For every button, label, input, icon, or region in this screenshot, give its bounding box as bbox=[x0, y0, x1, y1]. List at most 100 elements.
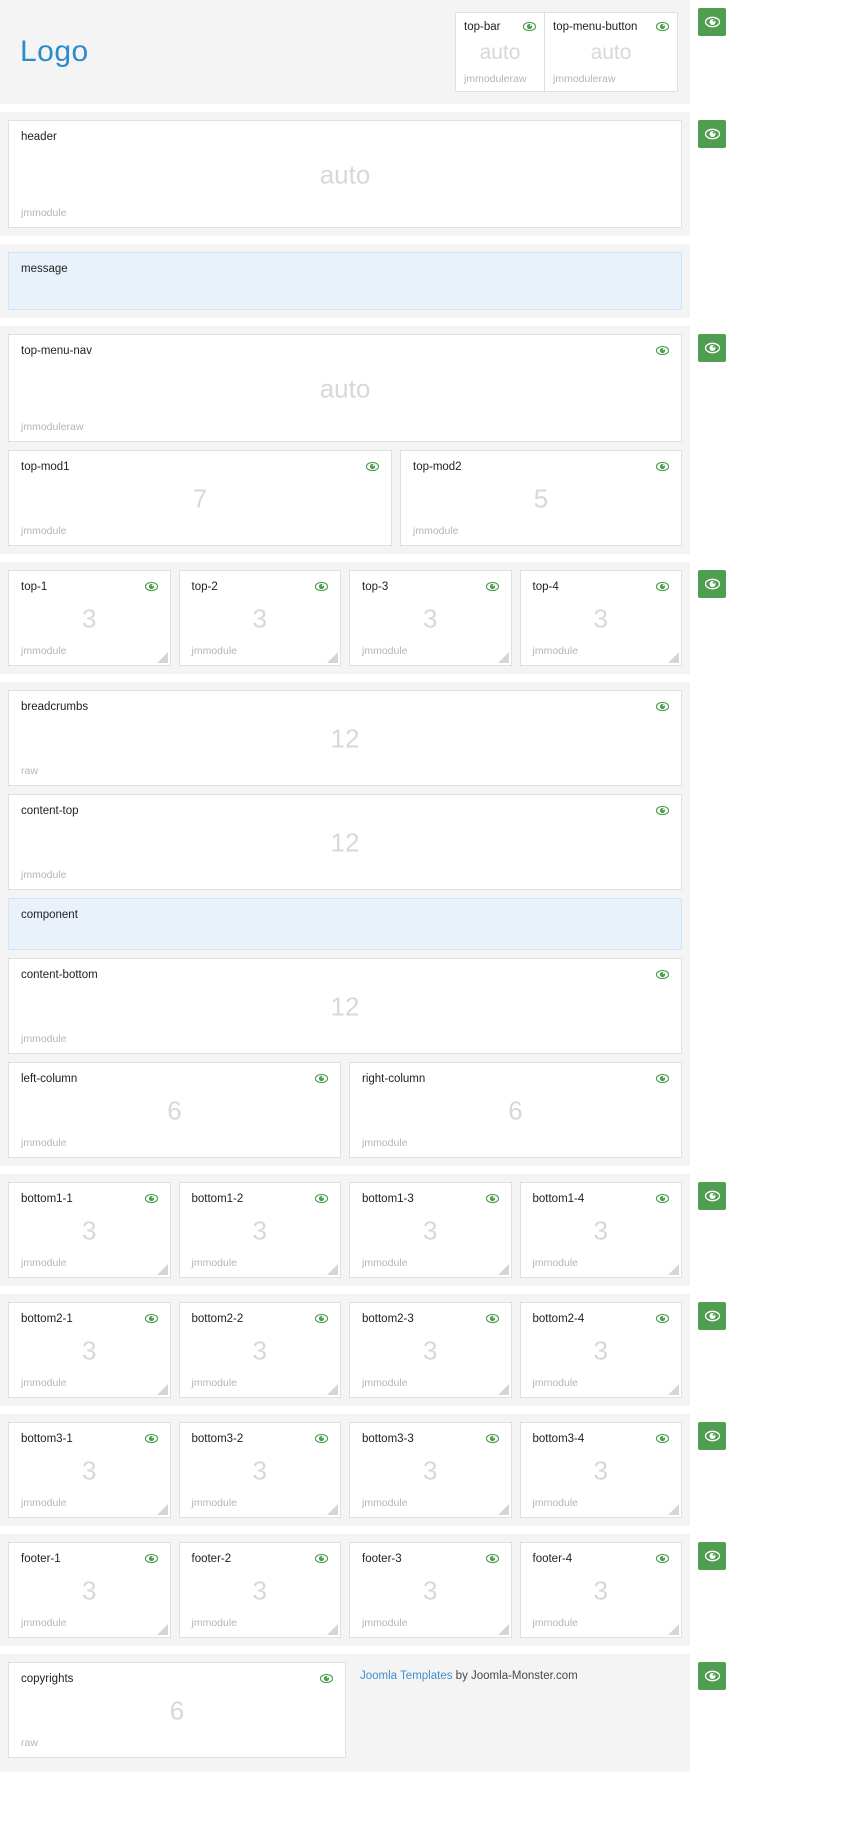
module-bottom1-3[interactable]: bottom1-3 3 jmmodule bbox=[349, 1182, 512, 1278]
module-title: bottom3-3 bbox=[362, 1433, 414, 1447]
module-footer-4[interactable]: footer-4 3 jmmodule bbox=[520, 1542, 683, 1638]
resize-handle[interactable] bbox=[498, 1624, 509, 1635]
eye-icon[interactable] bbox=[145, 1193, 158, 1204]
eye-icon[interactable] bbox=[656, 1193, 669, 1204]
module-footer-2[interactable]: footer-2 3 jmmodule bbox=[179, 1542, 342, 1638]
module-top-2[interactable]: top-2 3 jmmodule bbox=[179, 570, 342, 666]
section-visibility-toggle[interactable] bbox=[698, 570, 726, 598]
module-bottom3-4[interactable]: bottom3-4 3 jmmodule bbox=[520, 1422, 683, 1518]
resize-handle[interactable] bbox=[157, 1624, 168, 1635]
module-copyrights[interactable]: copyrights 6 raw bbox=[8, 1662, 346, 1758]
resize-handle[interactable] bbox=[668, 1504, 679, 1515]
eye-icon[interactable] bbox=[315, 1193, 328, 1204]
module-bottom3-3[interactable]: bottom3-3 3 jmmodule bbox=[349, 1422, 512, 1518]
section-visibility-toggle[interactable] bbox=[698, 334, 726, 362]
module-bottom3-1[interactable]: bottom3-1 3 jmmodule bbox=[8, 1422, 171, 1518]
module-top-mod2[interactable]: top-mod2 5 jmmodule bbox=[400, 450, 682, 546]
resize-handle[interactable] bbox=[498, 652, 509, 663]
resize-handle[interactable] bbox=[157, 1384, 168, 1395]
eye-icon[interactable] bbox=[656, 805, 669, 816]
eye-icon[interactable] bbox=[366, 461, 379, 472]
module-right-column[interactable]: right-column 6 jmmodule bbox=[349, 1062, 682, 1158]
module-content-bottom[interactable]: content-bottom 12 jmmodule bbox=[8, 958, 682, 1054]
resize-handle[interactable] bbox=[327, 1504, 338, 1515]
module-left-column[interactable]: left-column 6 jmmodule bbox=[8, 1062, 341, 1158]
resize-handle[interactable] bbox=[157, 1264, 168, 1275]
col-bottom2-3: bottom2-3 3 jmmodule bbox=[349, 1302, 512, 1398]
eye-icon[interactable] bbox=[315, 1433, 328, 1444]
resize-handle[interactable] bbox=[668, 652, 679, 663]
section-visibility-toggle[interactable] bbox=[698, 1302, 726, 1330]
section-visibility-toggle[interactable] bbox=[698, 1662, 726, 1690]
module-component[interactable]: component bbox=[8, 898, 682, 950]
module-breadcrumbs[interactable]: breadcrumbs 12 raw bbox=[8, 690, 682, 786]
module-footer-3[interactable]: footer-3 3 jmmodule bbox=[349, 1542, 512, 1638]
eye-icon[interactable] bbox=[486, 1313, 499, 1324]
section-top-menu-body: top-menu-nav auto jmmoduleraw top-mod1 7… bbox=[0, 326, 690, 554]
resize-handle[interactable] bbox=[157, 652, 168, 663]
module-top-mod1[interactable]: top-mod1 7 jmmodule bbox=[8, 450, 392, 546]
resize-handle[interactable] bbox=[498, 1264, 509, 1275]
module-top-bar[interactable]: top-bar auto jmmoduleraw bbox=[456, 13, 545, 91]
module-bottom2-2[interactable]: bottom2-2 3 jmmodule bbox=[179, 1302, 342, 1398]
module-top-4[interactable]: top-4 3 jmmodule bbox=[520, 570, 683, 666]
eye-icon[interactable] bbox=[315, 581, 328, 592]
eye-icon[interactable] bbox=[145, 1433, 158, 1444]
eye-icon[interactable] bbox=[656, 701, 669, 712]
section-visibility-toggle[interactable] bbox=[698, 1182, 726, 1210]
resize-handle[interactable] bbox=[668, 1384, 679, 1395]
section-visibility-toggle[interactable] bbox=[698, 8, 726, 36]
eye-icon[interactable] bbox=[656, 461, 669, 472]
resize-handle[interactable] bbox=[668, 1624, 679, 1635]
eye-icon[interactable] bbox=[656, 1073, 669, 1084]
joomla-templates-link[interactable]: Joomla Templates bbox=[360, 1670, 452, 1682]
eye-icon[interactable] bbox=[486, 1193, 499, 1204]
resize-handle[interactable] bbox=[157, 1504, 168, 1515]
eye-icon[interactable] bbox=[486, 581, 499, 592]
eye-icon[interactable] bbox=[656, 581, 669, 592]
resize-handle[interactable] bbox=[327, 1264, 338, 1275]
eye-icon[interactable] bbox=[523, 21, 536, 32]
eye-icon[interactable] bbox=[656, 21, 669, 32]
module-top-menu-button[interactable]: top-menu-button auto jmmoduleraw bbox=[545, 13, 677, 91]
eye-icon[interactable] bbox=[315, 1313, 328, 1324]
eye-icon[interactable] bbox=[145, 1553, 158, 1564]
module-message[interactable]: message bbox=[8, 252, 682, 310]
eye-icon[interactable] bbox=[320, 1673, 333, 1684]
module-footer-1[interactable]: footer-1 3 jmmodule bbox=[8, 1542, 171, 1638]
section-visibility-toggle[interactable] bbox=[698, 120, 726, 148]
module-header[interactable]: header auto jmmodule bbox=[8, 120, 682, 228]
module-bottom2-1[interactable]: bottom2-1 3 jmmodule bbox=[8, 1302, 171, 1398]
section-visibility-toggle[interactable] bbox=[698, 1422, 726, 1450]
eye-icon[interactable] bbox=[486, 1553, 499, 1564]
module-span: 3 bbox=[521, 1216, 682, 1247]
module-content-top[interactable]: content-top 12 jmmodule bbox=[8, 794, 682, 890]
eye-icon[interactable] bbox=[145, 581, 158, 592]
eye-icon[interactable] bbox=[145, 1313, 158, 1324]
resize-handle[interactable] bbox=[668, 1264, 679, 1275]
resize-handle[interactable] bbox=[498, 1504, 509, 1515]
module-top-3[interactable]: top-3 3 jmmodule bbox=[349, 570, 512, 666]
resize-handle[interactable] bbox=[327, 1624, 338, 1635]
module-bottom1-2[interactable]: bottom1-2 3 jmmodule bbox=[179, 1182, 342, 1278]
eye-icon[interactable] bbox=[656, 1313, 669, 1324]
eye-icon[interactable] bbox=[656, 1553, 669, 1564]
eye-icon[interactable] bbox=[486, 1433, 499, 1444]
eye-icon[interactable] bbox=[656, 1433, 669, 1444]
module-top-1[interactable]: top-1 3 jmmodule bbox=[8, 570, 171, 666]
resize-handle[interactable] bbox=[498, 1384, 509, 1395]
module-bottom2-3[interactable]: bottom2-3 3 jmmodule bbox=[349, 1302, 512, 1398]
section-visibility-toggle[interactable] bbox=[698, 1542, 726, 1570]
resize-handle[interactable] bbox=[327, 652, 338, 663]
module-bottom2-4[interactable]: bottom2-4 3 jmmodule bbox=[520, 1302, 683, 1398]
resize-handle[interactable] bbox=[327, 1384, 338, 1395]
module-top-menu-nav[interactable]: top-menu-nav auto jmmoduleraw bbox=[8, 334, 682, 442]
module-bottom1-1[interactable]: bottom1-1 3 jmmodule bbox=[8, 1182, 171, 1278]
module-bottom3-2[interactable]: bottom3-2 3 jmmodule bbox=[179, 1422, 342, 1518]
eye-icon[interactable] bbox=[656, 969, 669, 980]
eye-icon[interactable] bbox=[315, 1553, 328, 1564]
eye-icon[interactable] bbox=[315, 1073, 328, 1084]
eye-icon[interactable] bbox=[656, 345, 669, 356]
columns-row: left-column 6 jmmodule right-column 6 bbox=[8, 1062, 682, 1158]
module-bottom1-4[interactable]: bottom1-4 3 jmmodule bbox=[520, 1182, 683, 1278]
